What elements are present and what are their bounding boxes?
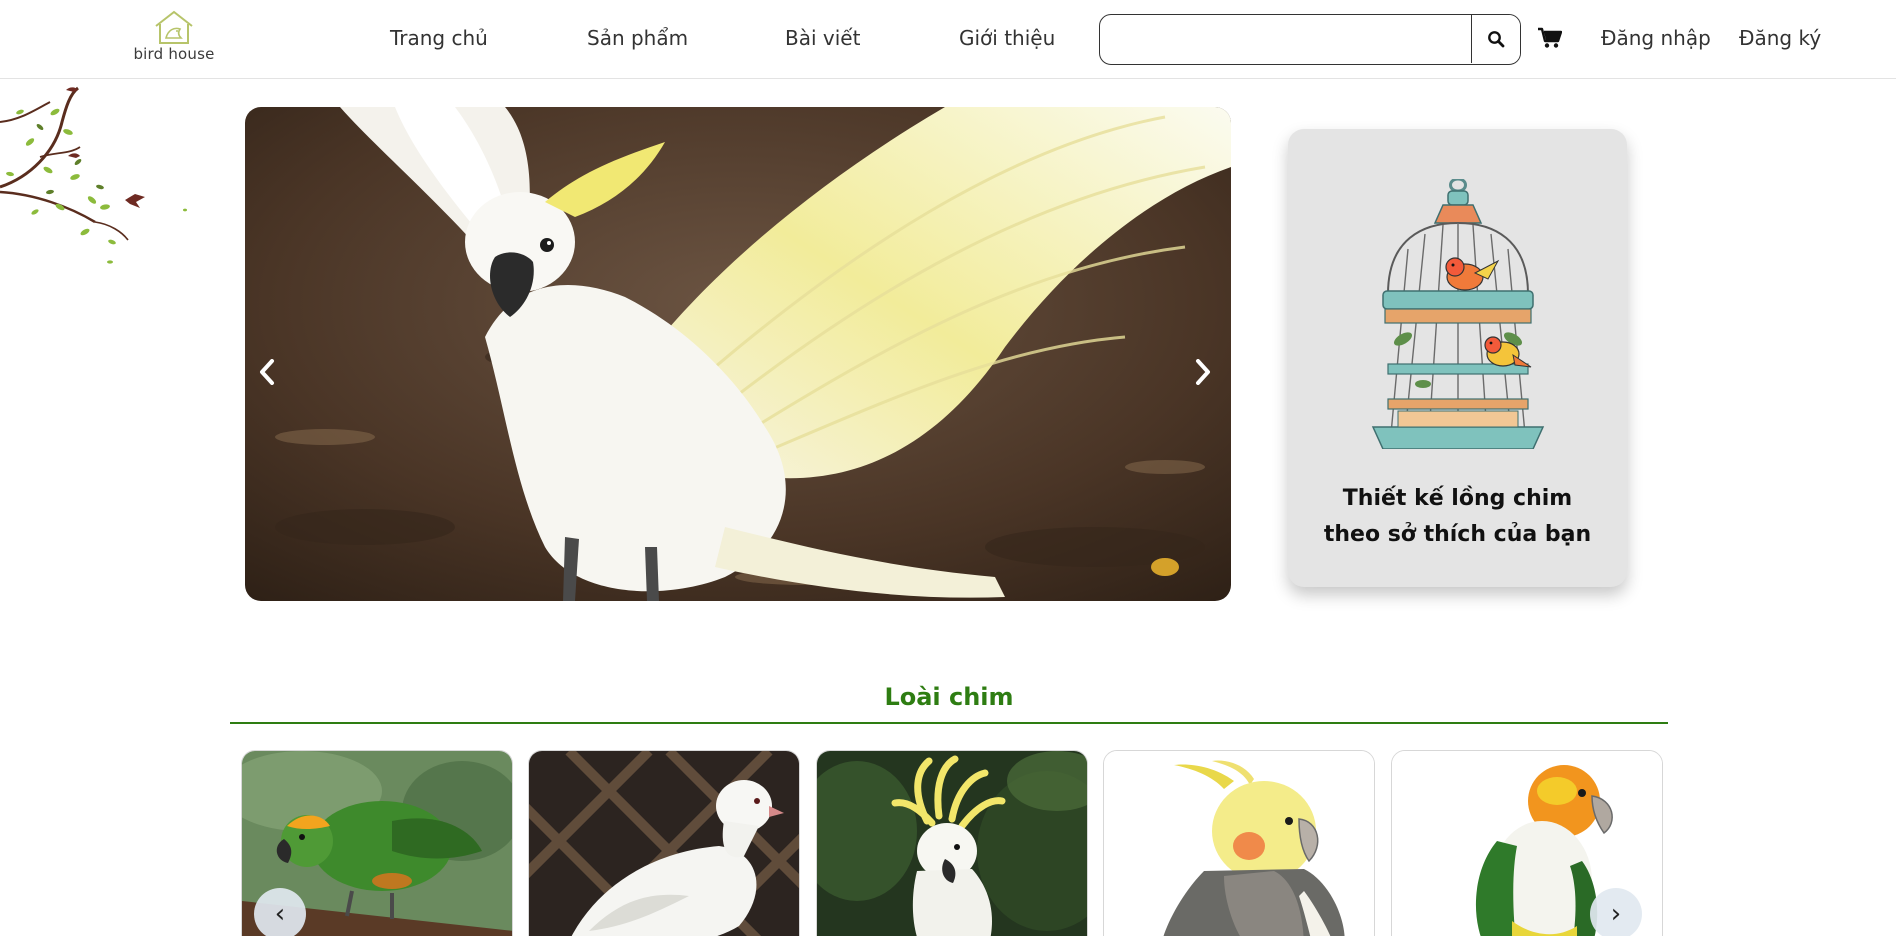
hero-prev-button[interactable] <box>255 357 279 387</box>
chevron-left-icon <box>260 359 274 385</box>
hero-next-button[interactable] <box>1191 357 1215 387</box>
species-section-title: Loài chim <box>884 683 1014 711</box>
birdhouse-logo-icon <box>155 10 193 44</box>
nav-about[interactable]: Giới thiệu <box>959 26 1055 50</box>
cart-icon[interactable] <box>1538 27 1562 49</box>
nav-products[interactable]: Sản phẩm <box>587 26 688 50</box>
search-button[interactable] <box>1471 15 1520 63</box>
bird-cage-image <box>1371 179 1545 449</box>
cockatoo-image <box>817 751 1087 936</box>
promo-title: Thiết kế lồng chim theo sở thích của bạn <box>1323 486 1592 547</box>
login-link[interactable]: Đăng nhập <box>1601 26 1711 50</box>
site-logo[interactable]: bird house <box>126 10 222 68</box>
top-navbar: bird house Trang chủ Sản phẩm Bài viết G… <box>0 0 1896 79</box>
hero-carousel[interactable] <box>245 107 1231 601</box>
register-link[interactable]: Đăng ký <box>1739 26 1821 50</box>
species-prev-button[interactable]: ‹ <box>254 888 306 936</box>
hero-cockatoo-image <box>245 107 1231 601</box>
search-box <box>1099 14 1521 65</box>
logo-text: bird house <box>133 45 215 63</box>
chevron-right-icon <box>1196 359 1210 385</box>
tree-branch-decoration <box>0 86 187 264</box>
nav-articles[interactable]: Bài viết <box>785 26 860 50</box>
species-card-cockatiel[interactable] <box>1103 750 1375 936</box>
species-card-cockatoo[interactable] <box>816 750 1088 936</box>
white-dove-image <box>529 751 799 936</box>
nav-home[interactable]: Trang chủ <box>390 26 488 50</box>
cockatiel-image <box>1104 751 1374 936</box>
search-input[interactable] <box>1100 15 1473 63</box>
section-divider <box>230 722 1668 724</box>
species-card-white-dove[interactable] <box>528 750 800 936</box>
species-next-button[interactable]: › <box>1590 888 1642 936</box>
search-icon <box>1488 31 1505 48</box>
custom-cage-promo-card[interactable]: Thiết kế lồng chim theo sở thích của bạn <box>1288 129 1627 587</box>
